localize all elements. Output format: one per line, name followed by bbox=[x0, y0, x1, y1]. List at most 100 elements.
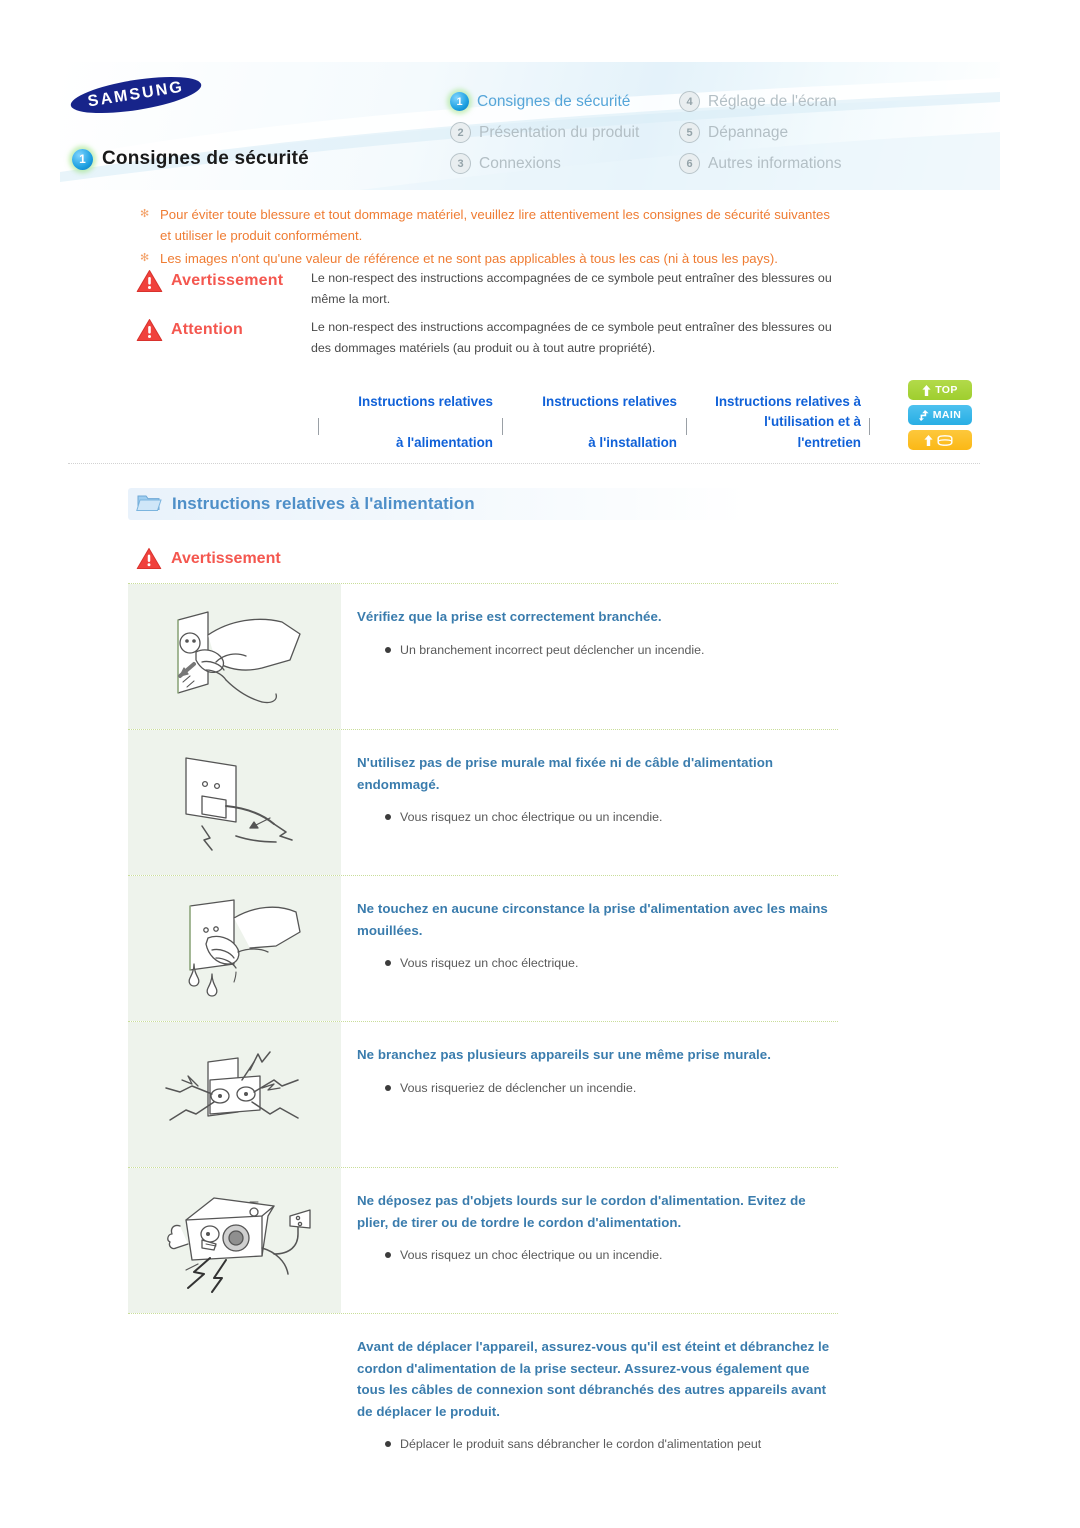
arrow-branch-icon bbox=[918, 409, 929, 421]
legend-label-text: Attention bbox=[171, 320, 244, 338]
arrow-up-book-icon bbox=[937, 434, 953, 446]
tab-line-3: l'entretien bbox=[797, 434, 861, 450]
nav-number-icon: 2 bbox=[450, 122, 471, 143]
warning-legend: Avertissement Le non-respect des instruc… bbox=[136, 268, 836, 365]
nav-item-label: Consignes de sécurité bbox=[477, 92, 631, 110]
nav-item-label: Dépannage bbox=[708, 123, 789, 141]
nav-item-connexions[interactable]: 3 Connexions bbox=[450, 148, 665, 179]
section-subhead-avertissement: Avertissement bbox=[136, 547, 281, 571]
arrow-up-icon bbox=[923, 434, 933, 446]
instruction-text-block: Avant de déplacer l'appareil, assurez-vo… bbox=[341, 1314, 838, 1472]
legend-label-text: Avertissement bbox=[171, 272, 284, 289]
nav-number-icon: 5 bbox=[679, 122, 700, 143]
list-item: N'utilisez pas de prise murale mal fixée… bbox=[128, 729, 838, 875]
nav-number-icon: 1 bbox=[450, 92, 469, 111]
safety-instruction-list: Vérifiez que la prise est correctement b… bbox=[128, 583, 838, 1472]
intro-note-text: Pour éviter toute blessure et tout domma… bbox=[160, 207, 830, 244]
nav-item-presentation-du-produit[interactable]: 2 Présentation du produit bbox=[450, 117, 665, 148]
tab-instructions-alimentation[interactable]: Instructions relatives à l'alimentation bbox=[318, 392, 502, 453]
intro-note-text: Les images n'ont qu'une valeur de référe… bbox=[160, 250, 778, 266]
nav-item-label: Connexions bbox=[479, 154, 561, 172]
list-item: Ne déposez pas d'objets lourds sur le co… bbox=[128, 1167, 838, 1313]
nav-number-icon: 4 bbox=[679, 91, 700, 112]
illustration-hand-plugging-outlet bbox=[128, 584, 341, 729]
list-item: Vous risqueriez de déclencher un incendi… bbox=[385, 1078, 838, 1098]
main-button[interactable]: MAIN bbox=[908, 405, 972, 425]
nav-number-icon: 6 bbox=[679, 153, 700, 174]
samsung-logo: SAMSUNG bbox=[68, 69, 204, 121]
bullet-dot-icon bbox=[385, 646, 391, 653]
instruction-text-block: Vérifiez que la prise est correctement b… bbox=[341, 584, 838, 729]
asterisk-icon: ✻ bbox=[140, 251, 150, 264]
instruction-heading: Ne touchez en aucune circonstance la pri… bbox=[357, 901, 828, 938]
nav-item-reglage-de-lecran[interactable]: 4 Réglage de l'écran bbox=[679, 86, 842, 117]
instruction-bullet-text: Vous risquez un choc électrique ou un in… bbox=[400, 1248, 663, 1263]
tab-list[interactable]: Instructions relatives à l'alimentation … bbox=[318, 392, 870, 453]
instruction-bullet-text: Vous risqueriez de déclencher un incendi… bbox=[400, 1080, 637, 1095]
side-navigation-buttons[interactable]: TOP MAIN bbox=[908, 380, 972, 450]
warning-triangle-icon bbox=[136, 318, 163, 342]
tab-line-1: Instructions relatives bbox=[358, 394, 493, 409]
illustration-wet-hands-plug bbox=[128, 876, 341, 1021]
illustration-damaged-wall-socket-cable bbox=[128, 730, 341, 875]
back-button[interactable] bbox=[908, 430, 972, 450]
bullet-dot-icon bbox=[385, 960, 391, 967]
instruction-bullet-text: Vous risquez un choc électrique ou un in… bbox=[400, 810, 663, 825]
bullet-dot-icon bbox=[385, 1084, 391, 1091]
tab-line-2 bbox=[502, 412, 677, 432]
instruction-text-block: Ne branchez pas plusieurs appareils sur … bbox=[341, 1022, 838, 1167]
nav-item-autres-informations[interactable]: 6 Autres informations bbox=[679, 148, 842, 179]
legend-row-attention: Attention Le non-respect des instruction… bbox=[136, 317, 836, 360]
instruction-heading: Ne déposez pas d'objets lourds sur le co… bbox=[357, 1193, 806, 1230]
instruction-bullets: Déplacer le produit sans débrancher le c… bbox=[357, 1434, 838, 1454]
legend-row-avertissement: Avertissement Le non-respect des instruc… bbox=[136, 268, 836, 311]
instruction-bullets: Vous risquez un choc électrique ou un in… bbox=[357, 1245, 838, 1265]
tab-line-3: à l'installation bbox=[588, 434, 677, 450]
bullet-dot-icon bbox=[385, 1441, 391, 1448]
nav-item-label: Réglage de l'écran bbox=[708, 92, 837, 110]
top-button[interactable]: TOP bbox=[908, 380, 972, 400]
section-tabbar: Instructions relatives à l'alimentation … bbox=[68, 380, 980, 464]
page-badge: 1 bbox=[72, 148, 93, 170]
main-button-label: MAIN bbox=[932, 409, 962, 421]
asterisk-icon: ✻ bbox=[140, 208, 150, 220]
list-item: Vous risquez un choc électrique ou un in… bbox=[385, 807, 838, 827]
bullet-dot-icon bbox=[385, 1252, 391, 1259]
instruction-heading: Avant de déplacer l'appareil, assurez-vo… bbox=[357, 1339, 830, 1419]
warning-triangle-icon bbox=[136, 269, 163, 293]
tab-line-3: à l'alimentation bbox=[396, 434, 493, 450]
header-nav-menu[interactable]: 1 Consignes de sécurité 4 Réglage de l'é… bbox=[450, 86, 842, 179]
nav-item-consignes-de-securite[interactable]: 1 Consignes de sécurité bbox=[450, 86, 665, 117]
tab-instructions-installation[interactable]: Instructions relatives à l'installation bbox=[502, 392, 686, 453]
list-item: Ne touchez en aucune circonstance la pri… bbox=[128, 875, 838, 1021]
page-title: 1 Consignes de sécurité bbox=[72, 148, 309, 170]
list-item: Vous risquez un choc électrique. bbox=[385, 953, 838, 973]
list-item: Ne branchez pas plusieurs appareils sur … bbox=[128, 1021, 838, 1167]
warning-triangle-icon bbox=[136, 547, 163, 571]
intro-note: ✻ Pour éviter toute blessure et tout dom… bbox=[140, 204, 840, 247]
instruction-bullets: Un branchement incorrect peut déclencher… bbox=[357, 640, 838, 660]
instruction-bullets: Vous risquez un choc électrique. bbox=[357, 953, 838, 973]
tab-instructions-utilisation-entretien[interactable]: Instructions relatives à l'utilisation e… bbox=[686, 392, 870, 453]
instruction-bullet-text: Déplacer le produit sans débrancher le c… bbox=[400, 1437, 762, 1452]
legend-description: Le non-respect des instructions accompag… bbox=[311, 271, 832, 307]
illustration-overloaded-outlet bbox=[128, 1022, 341, 1167]
folder-icon bbox=[136, 491, 162, 518]
list-item: Un branchement incorrect peut déclencher… bbox=[385, 640, 838, 660]
intro-note: ✻ Les images n'ont qu'une valeur de réfé… bbox=[140, 248, 840, 269]
section-title: Instructions relatives à l'alimentation bbox=[128, 488, 748, 520]
top-button-label: TOP bbox=[935, 384, 958, 396]
instruction-bullets: Vous risquez un choc électrique ou un in… bbox=[357, 807, 838, 827]
instruction-heading: N'utilisez pas de prise murale mal fixée… bbox=[357, 755, 774, 792]
arrow-up-icon bbox=[922, 384, 931, 396]
tab-line-1: Instructions relatives bbox=[542, 394, 677, 409]
samsung-logo-text: SAMSUNG bbox=[86, 78, 186, 111]
instruction-heading: Vérifiez que la prise est correctement b… bbox=[357, 609, 662, 624]
instruction-bullets: Vous risqueriez de déclencher un incendi… bbox=[357, 1078, 838, 1098]
instruction-heading: Ne branchez pas plusieurs appareils sur … bbox=[357, 1047, 771, 1062]
nav-item-depannage[interactable]: 5 Dépannage bbox=[679, 117, 842, 148]
instruction-text-block: N'utilisez pas de prise murale mal fixée… bbox=[341, 730, 838, 875]
nav-item-label: Présentation du produit bbox=[479, 123, 640, 141]
section-subhead-text: Avertissement bbox=[171, 550, 281, 567]
illustration-heavy-object-on-cord bbox=[128, 1168, 341, 1313]
